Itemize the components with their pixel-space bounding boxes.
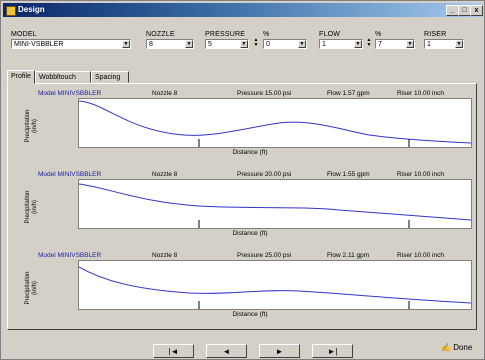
chevron-down-icon[interactable]: ▼: [406, 40, 414, 48]
riser-select-value: 1: [427, 41, 431, 48]
chart-model-label: Model MINIVSBBLER: [38, 171, 102, 178]
design-window: Design _ □ x MODEL NOZZLE PRESSURE % FLO…: [0, 0, 485, 360]
flow-percent-select[interactable]: 7 ▼: [375, 39, 415, 49]
profile-chart-3: Model MINIVSBBLER Nozzle 8 Pressure 25.0…: [22, 251, 478, 325]
chart-pressure-label: Pressure 15.00 psi: [237, 90, 292, 97]
done-label: Done: [453, 343, 473, 352]
tab-profile[interactable]: Profile: [7, 70, 35, 84]
profile-chart-2: Model MINIVSBBLER Nozzle 8 Pressure 20.0…: [22, 170, 478, 244]
nozzle-select[interactable]: 8 ▼: [146, 39, 194, 49]
flow-label: FLOW: [319, 31, 341, 38]
tab-spacing[interactable]: Spacing: [91, 71, 129, 83]
pressure-select[interactable]: 5 ▼: [205, 39, 249, 49]
chart-pressure-label: Pressure 25.00 psi: [237, 252, 292, 259]
next-record-button[interactable]: ►: [259, 344, 300, 358]
window-title: Design: [18, 5, 45, 14]
flow-percent-label: %: [375, 31, 382, 38]
riser-label: RISER: [424, 31, 447, 38]
flow-percent-value: 7: [378, 41, 382, 48]
nozzle-select-value: 8: [149, 41, 153, 48]
chart-flow-label: Flow 1.55 gpm: [327, 171, 370, 178]
title-bar[interactable]: Design _ □ x: [3, 3, 483, 17]
chart-plot-area: [78, 98, 472, 148]
chart-nozzle-label: Nozzle 8: [152, 252, 178, 259]
chart-pressure-label: Pressure 20.00 psi: [237, 171, 292, 178]
app-icon: [6, 6, 16, 16]
chevron-down-icon[interactable]: ▼: [240, 40, 248, 48]
pressure-percent-select[interactable]: 0 ▼: [263, 39, 307, 49]
precipitation-curve: [78, 266, 472, 309]
first-record-button[interactable]: |◄: [153, 344, 194, 358]
chart-y-axis-label: Precipitation (in/h): [25, 109, 38, 143]
chart-x-axis-label: Distance (ft): [232, 311, 268, 318]
done-icon: ✍: [441, 343, 451, 352]
chevron-down-icon[interactable]: ▼: [185, 40, 193, 48]
chart-x-axis-label: Distance (ft): [232, 149, 268, 156]
flow-select[interactable]: 1 ▼: [319, 39, 363, 49]
pressure-label: PRESSURE: [205, 31, 246, 38]
chart-y-axis-label: Precipitation (in/h): [25, 190, 38, 224]
riser-select[interactable]: 1 ▼: [424, 39, 464, 49]
pressure-select-value: 5: [208, 41, 212, 48]
model-select-value: MINI-VSBBLER: [14, 41, 64, 48]
precipitation-curve: [78, 183, 472, 228]
chevron-down-icon[interactable]: ▼: [298, 40, 306, 48]
model-label: MODEL: [11, 31, 37, 38]
nozzle-label: NOZZLE: [146, 31, 175, 38]
chevron-down-icon[interactable]: ▼: [354, 40, 362, 48]
chart-riser-label: Riser 10.00 inch: [397, 252, 444, 259]
chart-flow-label: Flow 1.57 gpm: [327, 90, 370, 97]
chart-nozzle-label: Nozzle 8: [152, 171, 178, 178]
flow-select-value: 1: [322, 41, 326, 48]
chevron-down-icon[interactable]: ▼: [455, 40, 463, 48]
profile-panel: Model MINIVSBBLER Nozzle 8 Pressure 15.0…: [7, 83, 477, 330]
profile-chart-1: Model MINIVSBBLER Nozzle 8 Pressure 15.0…: [22, 89, 478, 163]
pressure-spinner[interactable]: ▲ ▼: [253, 38, 259, 48]
tab-wobbltouch[interactable]: Wobbltouch: [35, 71, 91, 83]
chart-riser-label: Riser 10.00 inch: [397, 171, 444, 178]
pressure-percent-label: %: [263, 31, 270, 38]
chart-nozzle-label: Nozzle 8: [152, 90, 178, 97]
chart-riser-label: Riser 10.00 inch: [397, 90, 444, 97]
chevron-down-icon[interactable]: ▼: [122, 40, 130, 48]
chart-x-axis-label: Distance (ft): [232, 230, 268, 237]
chart-model-label: Model MINIVSBBLER: [38, 252, 102, 259]
last-record-button[interactable]: ►|: [312, 344, 353, 358]
flow-spinner[interactable]: ▲ ▼: [366, 38, 372, 48]
previous-record-button[interactable]: ◄: [206, 344, 247, 358]
done-button[interactable]: ✍ Done: [441, 343, 472, 352]
chart-model-label: Model MINIVSBBLER: [38, 90, 102, 97]
chart-plot-area: [78, 260, 472, 310]
precipitation-curve: [78, 100, 472, 147]
chart-flow-label: Flow 2.11 gpm: [327, 252, 370, 259]
chart-plot-area: [78, 179, 472, 229]
chart-y-axis-label: Precipitation (in/h): [25, 271, 38, 305]
pressure-percent-value: 0: [266, 41, 270, 48]
close-button[interactable]: x: [470, 5, 483, 16]
model-select[interactable]: MINI-VSBBLER ▼: [11, 39, 131, 49]
